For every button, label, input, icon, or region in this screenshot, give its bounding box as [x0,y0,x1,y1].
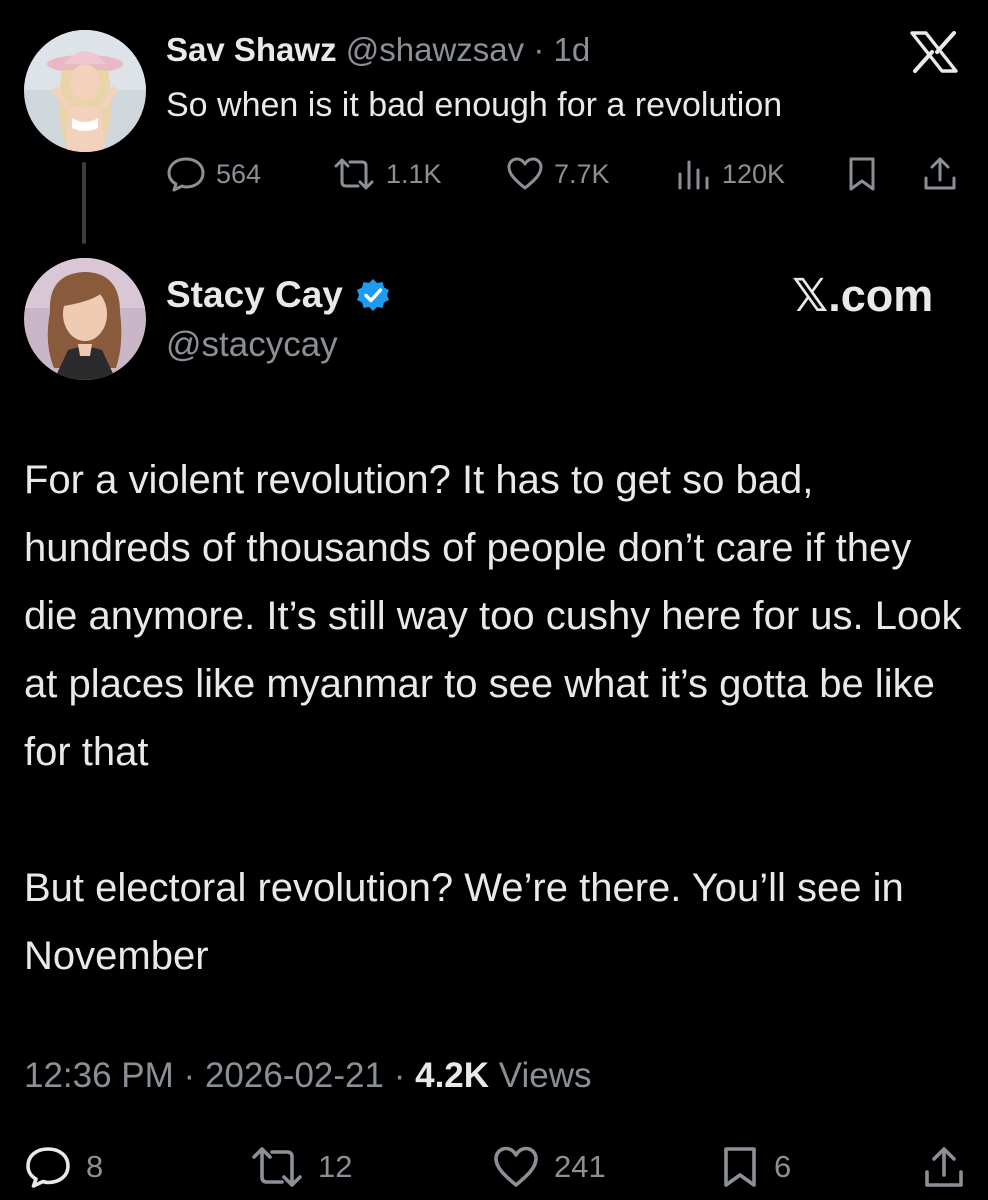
meta-separator-2: · [393,1056,406,1095]
tweet-paragraph-2: But electoral revolution? We’re there. Y… [24,866,904,978]
parent-tweet-header: Sav Shawz @shawzsav · 1d [166,28,590,72]
thread-connector-line [82,162,86,244]
tweet-meta-line: 12:36 PM · 2026-02-21 · 4.2K Views [24,1052,592,1100]
parent-tweet-text: So when is it bad enough for a revolutio… [166,86,783,124]
main-display-name[interactable]: Stacy Cay [166,272,343,318]
avatar-stacy-cay[interactable] [24,258,146,380]
parent-repost-count: 1.1K [386,158,442,189]
main-like-button[interactable]: 241 [492,1140,606,1194]
bookmark-icon [720,1145,774,1189]
share-icon [922,156,968,192]
main-reply-button[interactable]: 8 [24,1140,103,1194]
parent-share-button[interactable] [922,152,968,196]
parent-views-count: 120K [722,158,786,189]
main-action-bar: 8 12 241 6 [24,1140,974,1194]
parent-separator: · [533,31,545,68]
x-logo-icon[interactable] [906,30,962,74]
share-icon [922,1145,980,1189]
main-repost-button[interactable]: 12 [250,1140,352,1194]
like-icon [506,156,554,192]
main-bookmark-count: 6 [774,1149,792,1184]
parent-handle[interactable]: @shawzsav [346,31,524,68]
x-com-watermark: 𝕏.com [792,270,934,321]
tweet-time[interactable]: 12:36 PM [24,1056,174,1095]
repost-icon [332,156,386,192]
parent-time-ago[interactable]: 1d [553,31,590,68]
main-handle[interactable]: @stacycay [166,322,338,368]
parent-reply-button[interactable]: 564 [166,152,261,196]
reply-icon [166,156,216,192]
main-bookmark-button[interactable]: 6 [720,1140,791,1194]
parent-display-name[interactable]: Sav Shawz [166,31,337,68]
bookmark-icon [846,156,888,192]
main-reply-count: 8 [86,1149,104,1184]
reply-icon [24,1145,86,1189]
tweet-paragraph-1: For a violent revolution? It has to get … [24,458,962,774]
tweet-date[interactable]: 2026-02-21 [205,1056,384,1095]
main-share-button[interactable] [922,1140,980,1194]
parent-bookmark-button[interactable] [846,152,888,196]
parent-like-button[interactable]: 7.7K [506,152,610,196]
views-label: Views [498,1056,592,1095]
views-icon [676,156,722,192]
avatar-sav-shawz[interactable] [24,30,146,152]
repost-icon [250,1145,318,1189]
main-like-count: 241 [554,1149,606,1184]
verified-badge-icon[interactable] [343,277,391,313]
parent-views-button[interactable]: 120K [676,152,785,196]
views-count: 4.2K [415,1056,490,1095]
meta-separator-1: · [183,1056,196,1095]
main-display-name-row: Stacy Cay [166,272,391,318]
main-repost-count: 12 [318,1149,353,1184]
parent-reply-count: 564 [216,158,262,189]
parent-repost-button[interactable]: 1.1K [332,152,442,196]
parent-like-count: 7.7K [554,158,610,189]
like-icon [492,1145,554,1189]
parent-action-bar: 564 1.1K 7.7K 120K [166,152,966,196]
